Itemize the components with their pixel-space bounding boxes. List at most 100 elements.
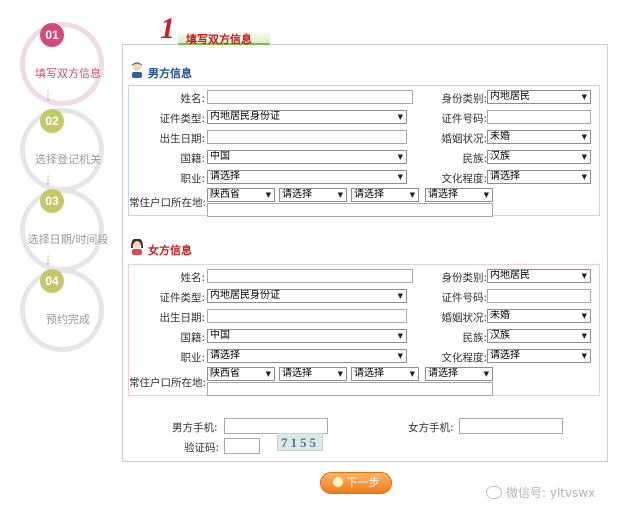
male-city-select[interactable]: 请选择 ▼ <box>279 188 347 202</box>
chevron-down-icon: ▼ <box>397 173 403 181</box>
female-city-select[interactable]: 请选择 ▼ <box>279 367 347 381</box>
chevron-down-icon: ▼ <box>397 153 403 161</box>
female-province-select[interactable]: 陕西省 ▼ <box>207 367 275 381</box>
chevron-down-icon: ▼ <box>397 292 403 300</box>
watermark-text: 微信号: yltvswx <box>506 486 596 500</box>
chevron-down-icon: ▼ <box>581 173 587 181</box>
step-1-number: 01 <box>40 23 64 47</box>
chevron-down-icon: ▼ <box>581 272 587 280</box>
step-1: 01 填写双方信息 <box>20 22 104 106</box>
chevron-down-icon: ▼ <box>337 370 343 378</box>
step-2-number: 02 <box>40 109 64 133</box>
male-name-input[interactable] <box>207 90 413 104</box>
male-province-select[interactable]: 陕西省 ▼ <box>207 188 275 202</box>
female-town-value: 请选择 <box>428 368 458 379</box>
chevron-down-icon: ▼ <box>265 191 271 199</box>
chevron-down-icon: ▼ <box>397 352 403 360</box>
male-nationality-value: 中国 <box>210 151 230 162</box>
female-job-select[interactable]: 请选择 ▼ <box>207 349 407 363</box>
step-connector: ⁝ ↓ <box>44 253 52 268</box>
step-3: 03 选择日期/时间段 <box>20 188 108 272</box>
male-id-number-label: 证件号码: <box>441 113 487 125</box>
captcha-label: 验证码: <box>184 442 220 454</box>
male-nationality-select[interactable]: 中国 ▼ <box>207 150 407 164</box>
captcha-input[interactable] <box>224 438 260 454</box>
male-phone-input[interactable] <box>224 418 328 434</box>
female-city-value: 请选择 <box>282 368 312 379</box>
chevron-down-icon: ▼ <box>581 312 587 320</box>
female-id-number-input[interactable] <box>487 289 591 303</box>
male-identity-value: 内地居民 <box>490 91 530 102</box>
chevron-down-icon: ▼ <box>581 93 587 101</box>
male-nationality-label: 国籍: <box>180 153 205 165</box>
next-button[interactable]: 下一步 <box>320 472 392 494</box>
male-ethnic-label: 民族: <box>462 153 487 165</box>
page-title: 填写双方信息 <box>186 33 252 46</box>
chevron-down-icon: ▼ <box>409 191 415 199</box>
female-town-select[interactable]: 请选择 ▼ <box>425 367 493 381</box>
title-number: 1 <box>160 12 175 45</box>
step-4-number: 04 <box>40 269 64 293</box>
female-job-value: 请选择 <box>210 350 240 361</box>
male-marital-select[interactable]: 未婚 ▼ <box>487 130 591 144</box>
female-id-number-label: 证件号码: <box>441 292 487 304</box>
step-2: 02 选择登记机关 <box>20 108 104 192</box>
male-address-input[interactable] <box>207 203 493 217</box>
male-edu-select[interactable]: 请选择 ▼ <box>487 170 591 184</box>
female-province-value: 陕西省 <box>210 368 240 379</box>
male-heading: 男方信息 <box>148 67 192 80</box>
female-marital-select[interactable]: 未婚 ▼ <box>487 309 591 323</box>
female-ethnic-value: 汉族 <box>490 330 510 341</box>
male-marital-value: 未婚 <box>490 131 510 142</box>
female-phone-input[interactable] <box>459 418 563 434</box>
female-job-label: 职业: <box>180 352 205 364</box>
female-marital-value: 未婚 <box>490 310 510 321</box>
female-nationality-label: 国籍: <box>180 332 205 344</box>
male-birth-input[interactable] <box>207 130 407 144</box>
female-edu-label: 文化程度: <box>441 352 487 364</box>
male-id-number-input[interactable] <box>487 110 591 124</box>
female-nationality-select[interactable]: 中国 ▼ <box>207 329 407 343</box>
step-connector: ⁝ ↓ <box>44 173 52 188</box>
male-id-type-select[interactable]: 内地居民身份证 ▼ <box>207 110 407 124</box>
male-ethnic-select[interactable]: 汉族 ▼ <box>487 150 591 164</box>
female-id-type-value: 内地居民身份证 <box>210 290 280 301</box>
female-district-value: 请选择 <box>354 368 384 379</box>
male-province-value: 陕西省 <box>210 189 240 200</box>
female-identity-label: 身份类别: <box>441 272 487 284</box>
female-ethnic-select[interactable]: 汉族 ▼ <box>487 329 591 343</box>
male-phone-label: 男方手机: <box>172 422 218 434</box>
female-marital-label: 婚姻状况: <box>441 312 487 324</box>
female-residence-label: 常住户口所在地: <box>129 377 207 389</box>
female-name-input[interactable] <box>207 269 413 283</box>
female-birth-input[interactable] <box>207 309 407 323</box>
male-town-select[interactable]: 请选择 ▼ <box>425 188 493 202</box>
male-job-select[interactable]: 请选择 ▼ <box>207 170 407 184</box>
male-marital-label: 婚姻状况: <box>441 133 487 145</box>
chevron-down-icon: ▼ <box>483 191 489 199</box>
female-address-input[interactable] <box>207 382 493 396</box>
male-edu-label: 文化程度: <box>441 173 487 185</box>
step-2-label: 选择登记机关 <box>35 153 101 166</box>
male-district-select[interactable]: 请选择 ▼ <box>351 188 419 202</box>
male-identity-label: 身份类别: <box>441 93 487 105</box>
step-1-label: 填写双方信息 <box>35 67 101 80</box>
female-edu-value: 请选择 <box>490 350 520 361</box>
female-fieldset: 姓名: 身份类别: 内地居民 ▼ 证件类型: 内地居民身份证 ▼ 证件号码: 出生日… <box>128 264 600 396</box>
female-identity-select[interactable]: 内地居民 ▼ <box>487 269 591 283</box>
step-4: 04 预约完成 <box>20 268 104 352</box>
female-name-label: 姓名: <box>180 272 205 284</box>
captcha-image[interactable]: 7155 <box>277 433 323 451</box>
female-edu-select[interactable]: 请选择 ▼ <box>487 349 591 363</box>
watermark: 微信号: yltvswx <box>486 484 595 501</box>
male-name-label: 姓名: <box>180 93 205 105</box>
female-birth-label: 出生日期: <box>159 312 205 324</box>
male-birth-label: 出生日期: <box>159 133 205 145</box>
step-3-label: 选择日期/时间段 <box>27 233 109 246</box>
step-connector: ⁝ ↓ <box>44 89 52 104</box>
female-phone-label: 女方手机: <box>408 422 454 434</box>
female-avatar-icon <box>131 239 143 255</box>
female-district-select[interactable]: 请选择 ▼ <box>351 367 419 381</box>
female-id-type-select[interactable]: 内地居民身份证 ▼ <box>207 289 407 303</box>
male-identity-select[interactable]: 内地居民 ▼ <box>487 90 591 104</box>
